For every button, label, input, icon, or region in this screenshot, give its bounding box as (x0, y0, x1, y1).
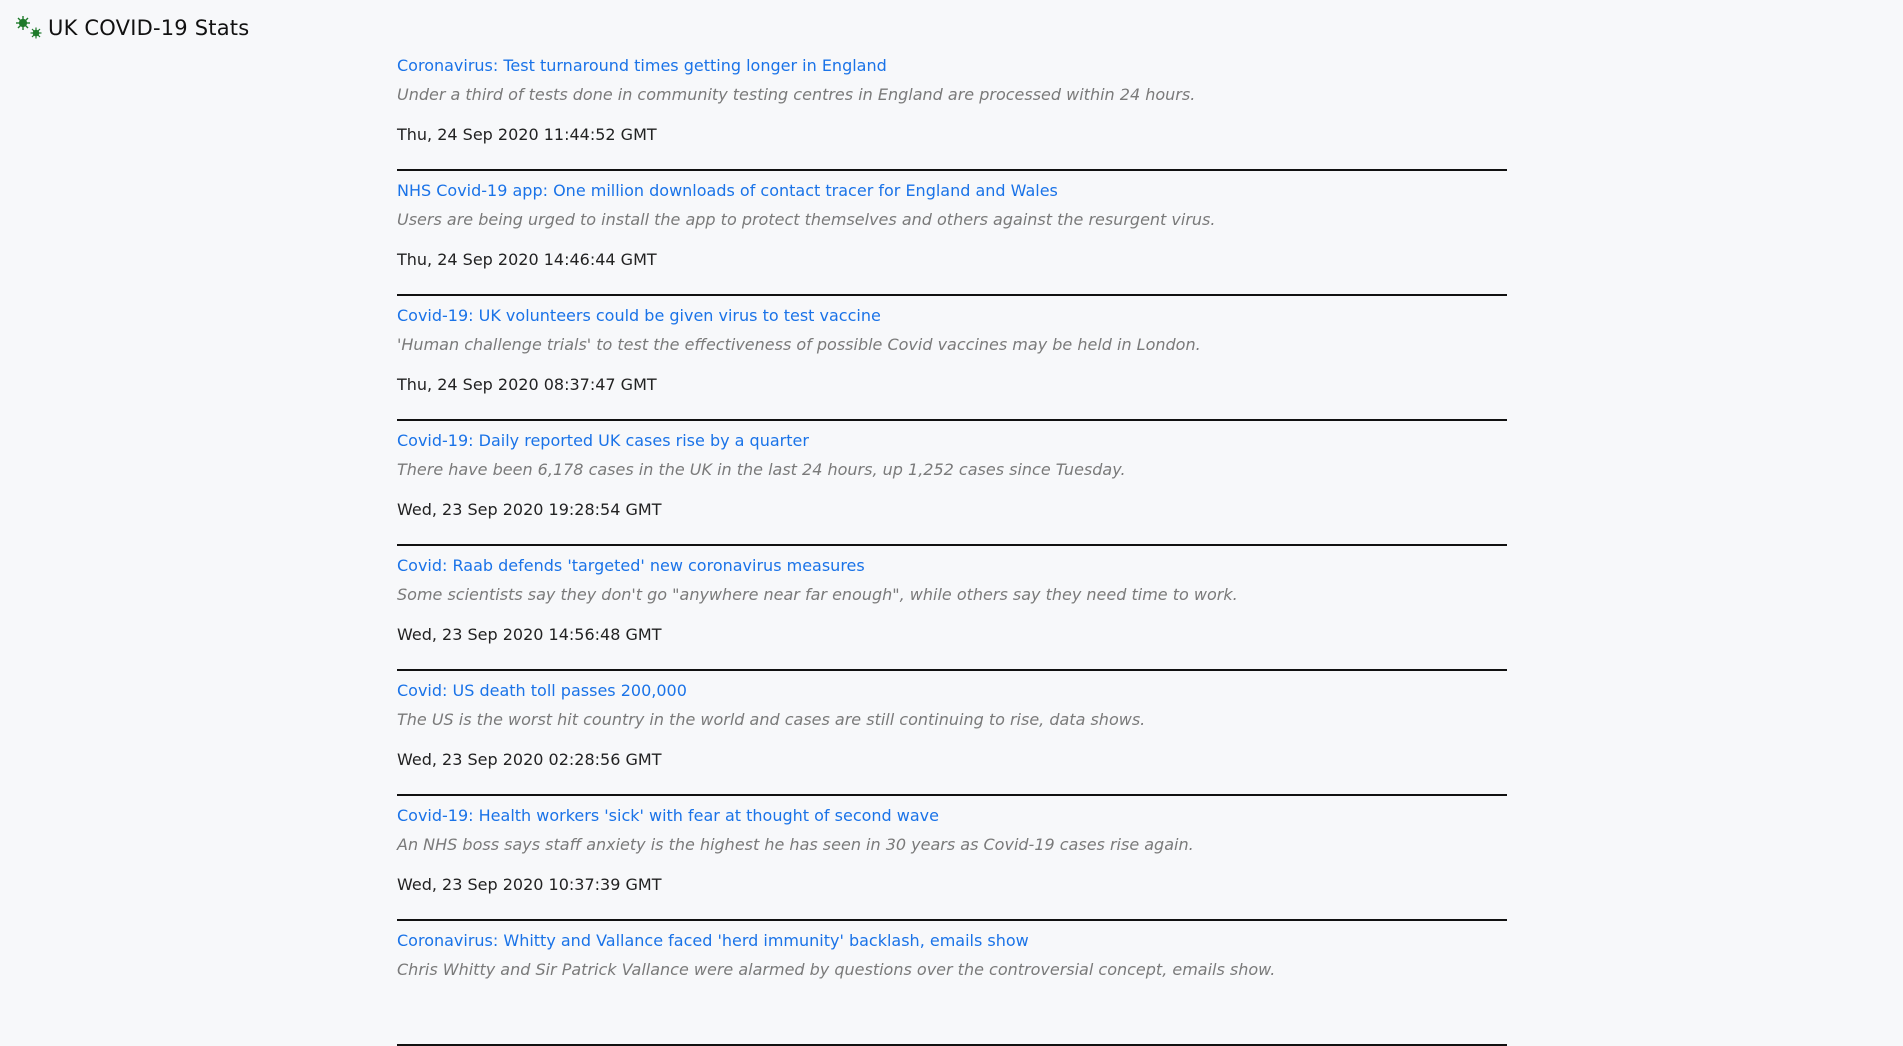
news-item: Coronavirus: Whitty and Vallance faced '… (397, 921, 1507, 1046)
news-item-date: Wed, 23 Sep 2020 10:37:39 GMT (397, 875, 662, 894)
app-title: UK COVID-19 Stats (48, 16, 250, 40)
news-item-title-link[interactable]: Covid: Raab defends 'targeted' new coron… (397, 556, 865, 575)
news-item-description: An NHS boss says staff anxiety is the hi… (397, 835, 1194, 854)
news-item-date: Thu, 24 Sep 2020 08:37:47 GMT (397, 375, 657, 394)
news-item-date: Thu, 24 Sep 2020 11:44:52 GMT (397, 125, 657, 144)
news-item: NHS Covid-19 app: One million downloads … (397, 171, 1507, 296)
news-item: Covid: Raab defends 'targeted' new coron… (397, 546, 1507, 671)
news-item-description: 'Human challenge trials' to test the eff… (397, 335, 1201, 354)
news-item-title-link[interactable]: Coronavirus: Test turnaround times getti… (397, 56, 887, 75)
news-item-date: Wed, 23 Sep 2020 19:28:54 GMT (397, 500, 662, 519)
virus-icon (16, 16, 42, 39)
news-item: Covid-19: Daily reported UK cases rise b… (397, 421, 1507, 546)
news-item-description: Under a third of tests done in community… (397, 85, 1196, 104)
news-item-title-link[interactable]: Covid-19: Health workers 'sick' with fea… (397, 806, 939, 825)
news-item-date: Wed, 23 Sep 2020 14:56:48 GMT (397, 625, 662, 644)
news-item-description: Some scientists say they don't go "anywh… (397, 585, 1238, 604)
news-item-date: Wed, 23 Sep 2020 02:28:56 GMT (397, 750, 662, 769)
news-item-title-link[interactable]: Coronavirus: Whitty and Vallance faced '… (397, 931, 1029, 950)
news-item-description: Chris Whitty and Sir Patrick Vallance we… (397, 960, 1276, 979)
news-item-title-link[interactable]: Covid-19: Daily reported UK cases rise b… (397, 431, 809, 450)
news-item-title-link[interactable]: Covid-19: UK volunteers could be given v… (397, 306, 881, 325)
news-item: Covid: US death toll passes 200,000 The … (397, 671, 1507, 796)
news-item: Covid-19: Health workers 'sick' with fea… (397, 796, 1507, 921)
news-item-title-link[interactable]: NHS Covid-19 app: One million downloads … (397, 181, 1058, 200)
news-item: Coronavirus: Test turnaround times getti… (397, 46, 1507, 171)
news-item-description: Users are being urged to install the app… (397, 210, 1216, 229)
app-header: UK COVID-19 Stats (14, 12, 249, 44)
news-item-description: The US is the worst hit country in the w… (397, 710, 1146, 729)
news-item: Covid-19: UK volunteers could be given v… (397, 296, 1507, 421)
news-item-description: There have been 6,178 cases in the UK in… (397, 460, 1126, 479)
news-feed: Coronavirus: Test turnaround times getti… (397, 46, 1507, 1046)
news-item-date: Thu, 24 Sep 2020 14:46:44 GMT (397, 250, 657, 269)
news-item-title-link[interactable]: Covid: US death toll passes 200,000 (397, 681, 687, 700)
